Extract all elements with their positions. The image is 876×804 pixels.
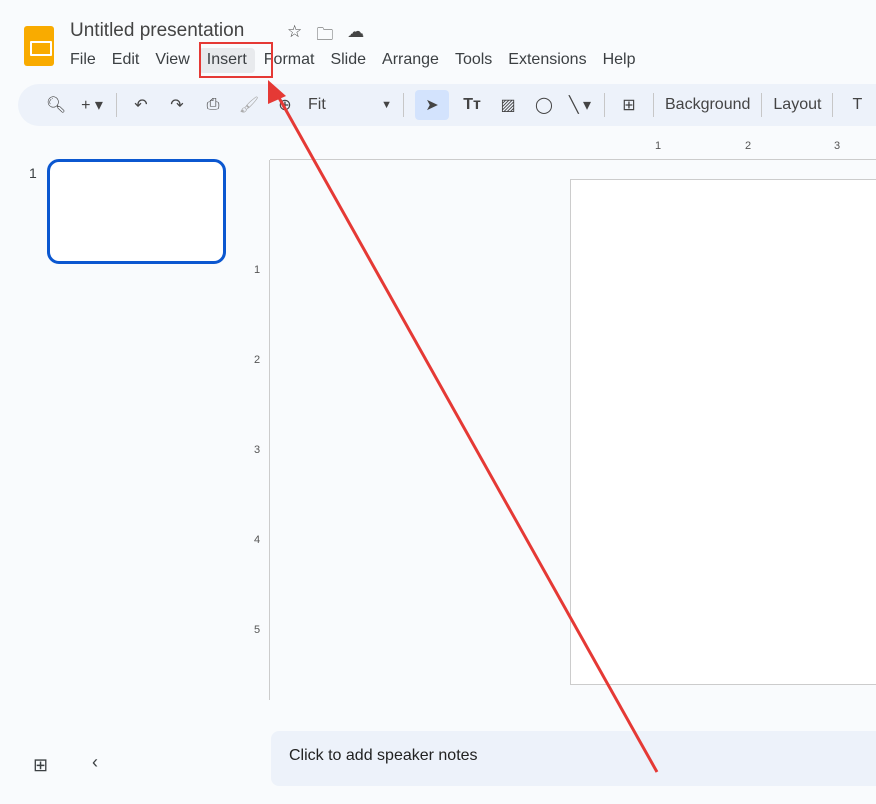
cloud-saved-icon[interactable]: ☁ — [347, 22, 364, 51]
undo-icon[interactable]: ↶ — [128, 90, 154, 120]
slide-canvas[interactable] — [570, 179, 876, 685]
document-title[interactable]: Untitled presentation — [70, 20, 244, 42]
menu-help[interactable]: Help — [595, 48, 644, 73]
vertical-ruler: 1 2 3 4 5 — [248, 160, 270, 700]
move-to-folder-icon[interactable]: 🗀 — [316, 22, 333, 51]
layout-button[interactable]: Layout — [773, 90, 821, 120]
toolbar: 🔍︎ + ▾ ↶ ↷ ⎙ 🖌︎ ⊕ Fit ▼ ➤ Tт ▨ ◯ ╲ ▾ ⊞ Ba… — [18, 84, 876, 126]
ruler-label: 2 — [254, 354, 261, 366]
menu-arrange[interactable]: Arrange — [374, 48, 447, 73]
select-tool-icon[interactable]: ➤ — [415, 90, 449, 120]
menu-bar: File Edit View Insert Format Slide Arran… — [62, 48, 643, 73]
menu-slide[interactable]: Slide — [322, 48, 374, 73]
zoom-value: Fit — [308, 96, 326, 113]
text-box-icon[interactable]: Tт — [459, 90, 485, 120]
grid-view-icon[interactable]: ⊞ — [33, 755, 48, 776]
ruler-label: 5 — [254, 624, 261, 636]
ruler-label: 3 — [254, 444, 261, 456]
collapse-panel-icon[interactable]: ‹ — [92, 752, 98, 773]
shape-icon[interactable]: ◯ — [531, 90, 557, 120]
chevron-down-icon: ▼ — [381, 99, 392, 111]
zoom-select[interactable]: Fit ▼ — [308, 90, 392, 120]
slide-thumbnail[interactable] — [47, 159, 226, 264]
highlight-box — [199, 42, 273, 78]
zoom-icon[interactable]: ⊕ — [272, 90, 298, 120]
image-icon[interactable]: ▨ — [495, 90, 521, 120]
menu-extensions[interactable]: Extensions — [500, 48, 594, 73]
horizontal-ruler: 1 2 3 — [270, 138, 876, 160]
menu-edit[interactable]: Edit — [104, 48, 148, 73]
background-button[interactable]: Background — [665, 90, 750, 120]
slide-number: 1 — [29, 165, 37, 181]
paint-format-icon[interactable]: 🖌︎ — [236, 90, 262, 120]
divider — [403, 93, 404, 117]
search-icon[interactable]: 🔍︎ — [43, 90, 69, 120]
ruler-label: 1 — [655, 140, 662, 152]
divider — [832, 93, 834, 117]
menu-view[interactable]: View — [147, 48, 197, 73]
menu-file[interactable]: File — [62, 48, 104, 73]
theme-button[interactable]: T — [844, 90, 870, 120]
ruler-label: 4 — [254, 534, 261, 546]
slides-logo[interactable] — [24, 26, 54, 66]
divider — [116, 93, 117, 117]
line-icon[interactable]: ╲ ▾ — [567, 90, 593, 120]
add-comment-icon[interactable]: ⊞ — [616, 90, 642, 120]
ruler-label: 2 — [745, 140, 752, 152]
print-icon[interactable]: ⎙ — [200, 90, 226, 120]
speaker-notes[interactable]: Click to add speaker notes — [271, 731, 876, 786]
ruler-label: 1 — [254, 264, 261, 276]
divider — [761, 93, 763, 117]
new-slide-button[interactable]: + ▾ — [79, 90, 105, 120]
divider — [604, 93, 605, 117]
divider — [653, 93, 654, 117]
redo-icon[interactable]: ↷ — [164, 90, 190, 120]
star-icon[interactable]: ☆ — [287, 22, 302, 51]
menu-tools[interactable]: Tools — [447, 48, 500, 73]
ruler-label: 3 — [834, 140, 841, 152]
